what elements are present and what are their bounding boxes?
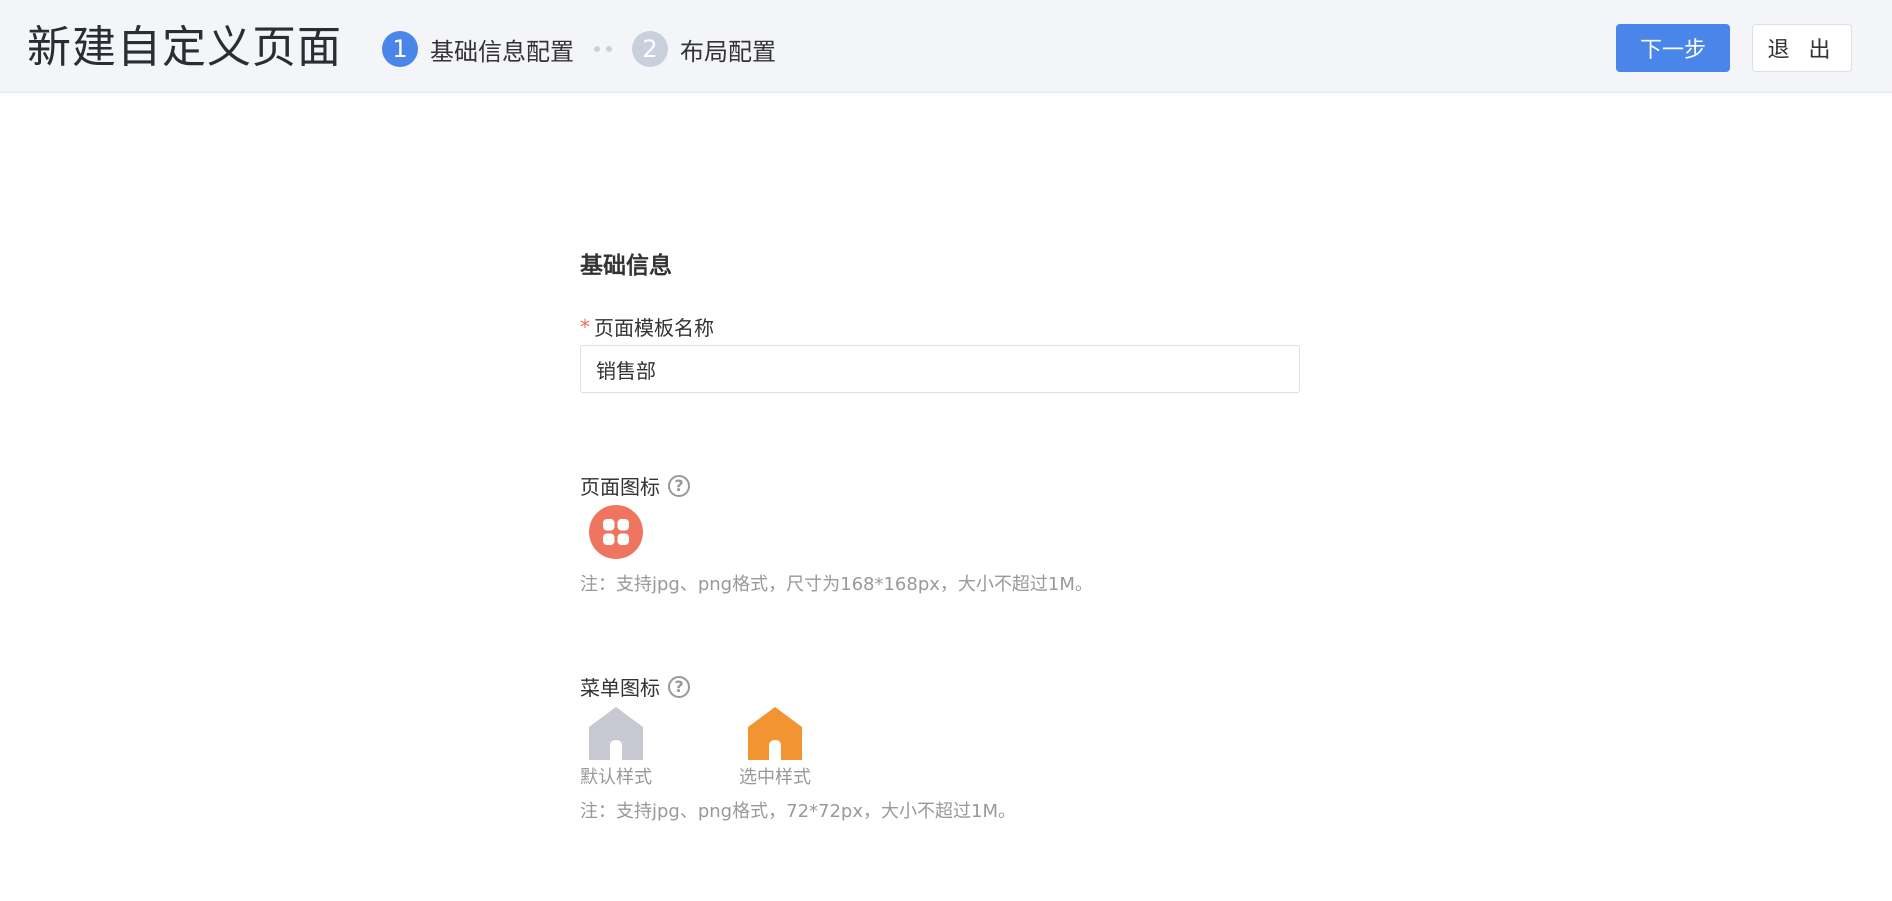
home-icon bbox=[748, 707, 802, 760]
step-connector-dots bbox=[594, 46, 612, 52]
step-indicator: 1 基础信息配置 2 布局配置 bbox=[382, 31, 776, 67]
menu-icon-label: 菜单图标 ? bbox=[580, 672, 690, 701]
step-label-2: 布局配置 bbox=[680, 37, 776, 66]
menu-icon-label-text: 菜单图标 bbox=[580, 676, 660, 700]
required-marker: * bbox=[580, 314, 590, 339]
home-icon-selected[interactable] bbox=[747, 706, 803, 762]
help-icon[interactable]: ? bbox=[668, 675, 690, 698]
page-icon-label-text: 页面图标 bbox=[580, 475, 660, 499]
exit-button[interactable]: 退 出 bbox=[1752, 24, 1852, 72]
home-icon bbox=[589, 707, 643, 760]
page-header: 新建自定义页面 1 基础信息配置 2 布局配置 下一步 退 出 bbox=[0, 0, 1892, 93]
apps-grid-icon[interactable] bbox=[589, 505, 643, 559]
section-title: 基础信息 bbox=[580, 253, 672, 279]
step-number-1: 1 bbox=[382, 31, 418, 67]
page-icon-note: 注：支持jpg、png格式，尺寸为168*168px，大小不超过1M。 bbox=[580, 574, 1093, 595]
default-style-caption: 默认样式 bbox=[580, 767, 652, 788]
template-name-input[interactable] bbox=[580, 345, 1300, 393]
apps-grid-icon-glyph bbox=[603, 519, 629, 545]
template-name-label: * 页面模板名称 bbox=[580, 312, 714, 341]
selected-style-caption: 选中样式 bbox=[739, 767, 811, 788]
home-icon-default[interactable] bbox=[588, 706, 644, 762]
step-number-2: 2 bbox=[632, 31, 668, 67]
page-title: 新建自定义页面 bbox=[27, 22, 342, 73]
step-basic-info[interactable]: 1 基础信息配置 bbox=[382, 31, 574, 67]
next-step-button[interactable]: 下一步 bbox=[1616, 24, 1730, 72]
step-label-1: 基础信息配置 bbox=[430, 37, 574, 66]
step-layout[interactable]: 2 布局配置 bbox=[632, 31, 776, 67]
menu-icon-note: 注：支持jpg、png格式，72*72px，大小不超过1M。 bbox=[580, 801, 1016, 822]
help-icon[interactable]: ? bbox=[668, 474, 690, 497]
template-name-label-text: 页面模板名称 bbox=[594, 316, 714, 340]
page-icon-label: 页面图标 ? bbox=[580, 471, 690, 500]
